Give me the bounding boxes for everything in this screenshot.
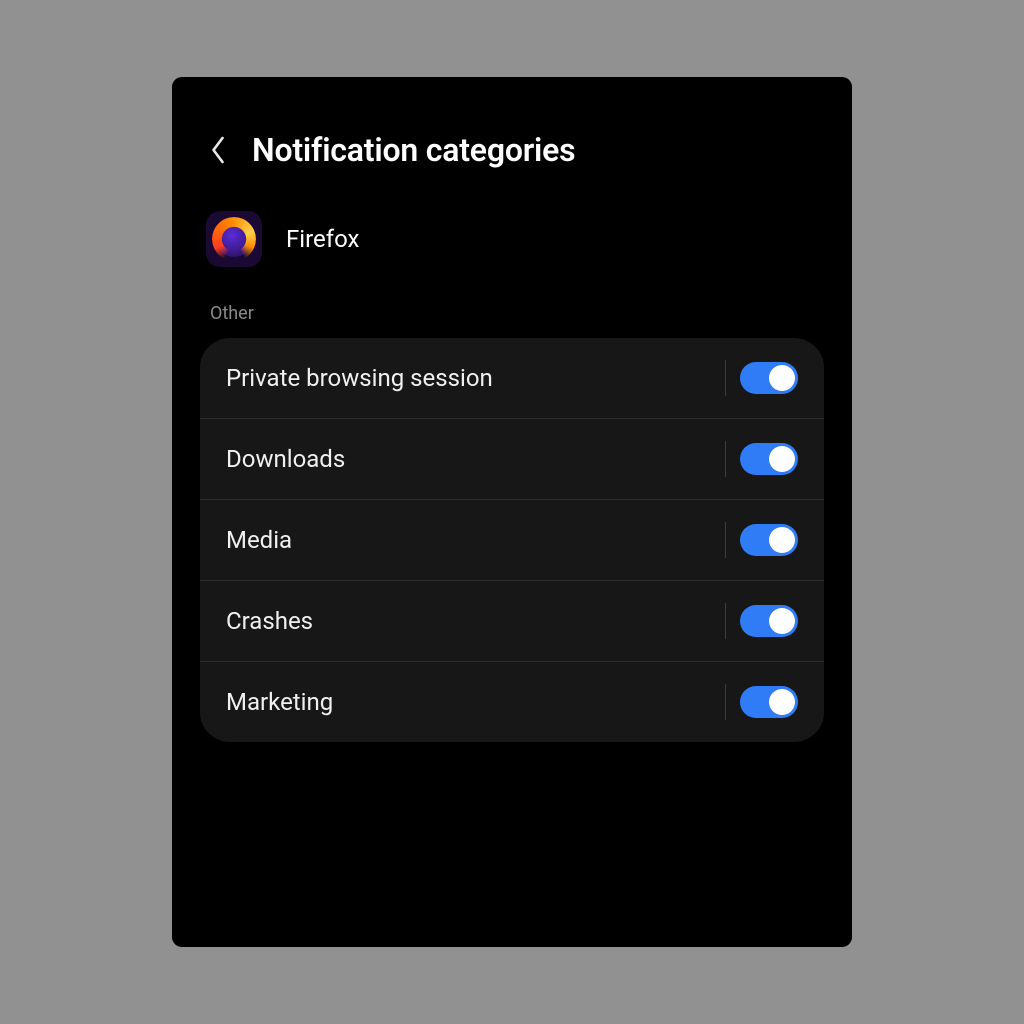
vertical-separator — [725, 603, 726, 639]
firefox-app-icon — [206, 211, 262, 267]
vertical-separator — [725, 684, 726, 720]
chevron-left-icon — [209, 135, 227, 165]
toggle-crashes[interactable] — [740, 605, 798, 637]
vertical-separator — [725, 360, 726, 396]
section-label-other: Other — [200, 297, 824, 334]
settings-screen: Notification categories Firefox Other Pr… — [172, 77, 852, 947]
category-row-media[interactable]: Media — [200, 499, 824, 580]
vertical-separator — [725, 441, 726, 477]
categories-card: Private browsing session Downloads Media… — [200, 338, 824, 742]
toggle-private-browsing[interactable] — [740, 362, 798, 394]
category-label: Downloads — [226, 445, 345, 473]
row-right — [725, 684, 798, 720]
app-name: Firefox — [286, 225, 359, 253]
category-row-crashes[interactable]: Crashes — [200, 580, 824, 661]
row-right — [725, 360, 798, 396]
category-label: Media — [226, 526, 292, 554]
category-row-downloads[interactable]: Downloads — [200, 418, 824, 499]
row-right — [725, 441, 798, 477]
header: Notification categories — [200, 125, 824, 193]
firefox-icon — [212, 217, 256, 261]
toggle-marketing[interactable] — [740, 686, 798, 718]
category-label: Private browsing session — [226, 364, 493, 392]
category-label: Crashes — [226, 607, 313, 635]
vertical-separator — [725, 522, 726, 558]
category-row-marketing[interactable]: Marketing — [200, 661, 824, 742]
row-right — [725, 603, 798, 639]
app-row[interactable]: Firefox — [200, 193, 824, 297]
category-label: Marketing — [226, 688, 333, 716]
row-right — [725, 522, 798, 558]
toggle-media[interactable] — [740, 524, 798, 556]
page-title: Notification categories — [252, 131, 575, 169]
category-row-private-browsing[interactable]: Private browsing session — [200, 338, 824, 418]
back-button[interactable] — [202, 134, 234, 166]
toggle-downloads[interactable] — [740, 443, 798, 475]
